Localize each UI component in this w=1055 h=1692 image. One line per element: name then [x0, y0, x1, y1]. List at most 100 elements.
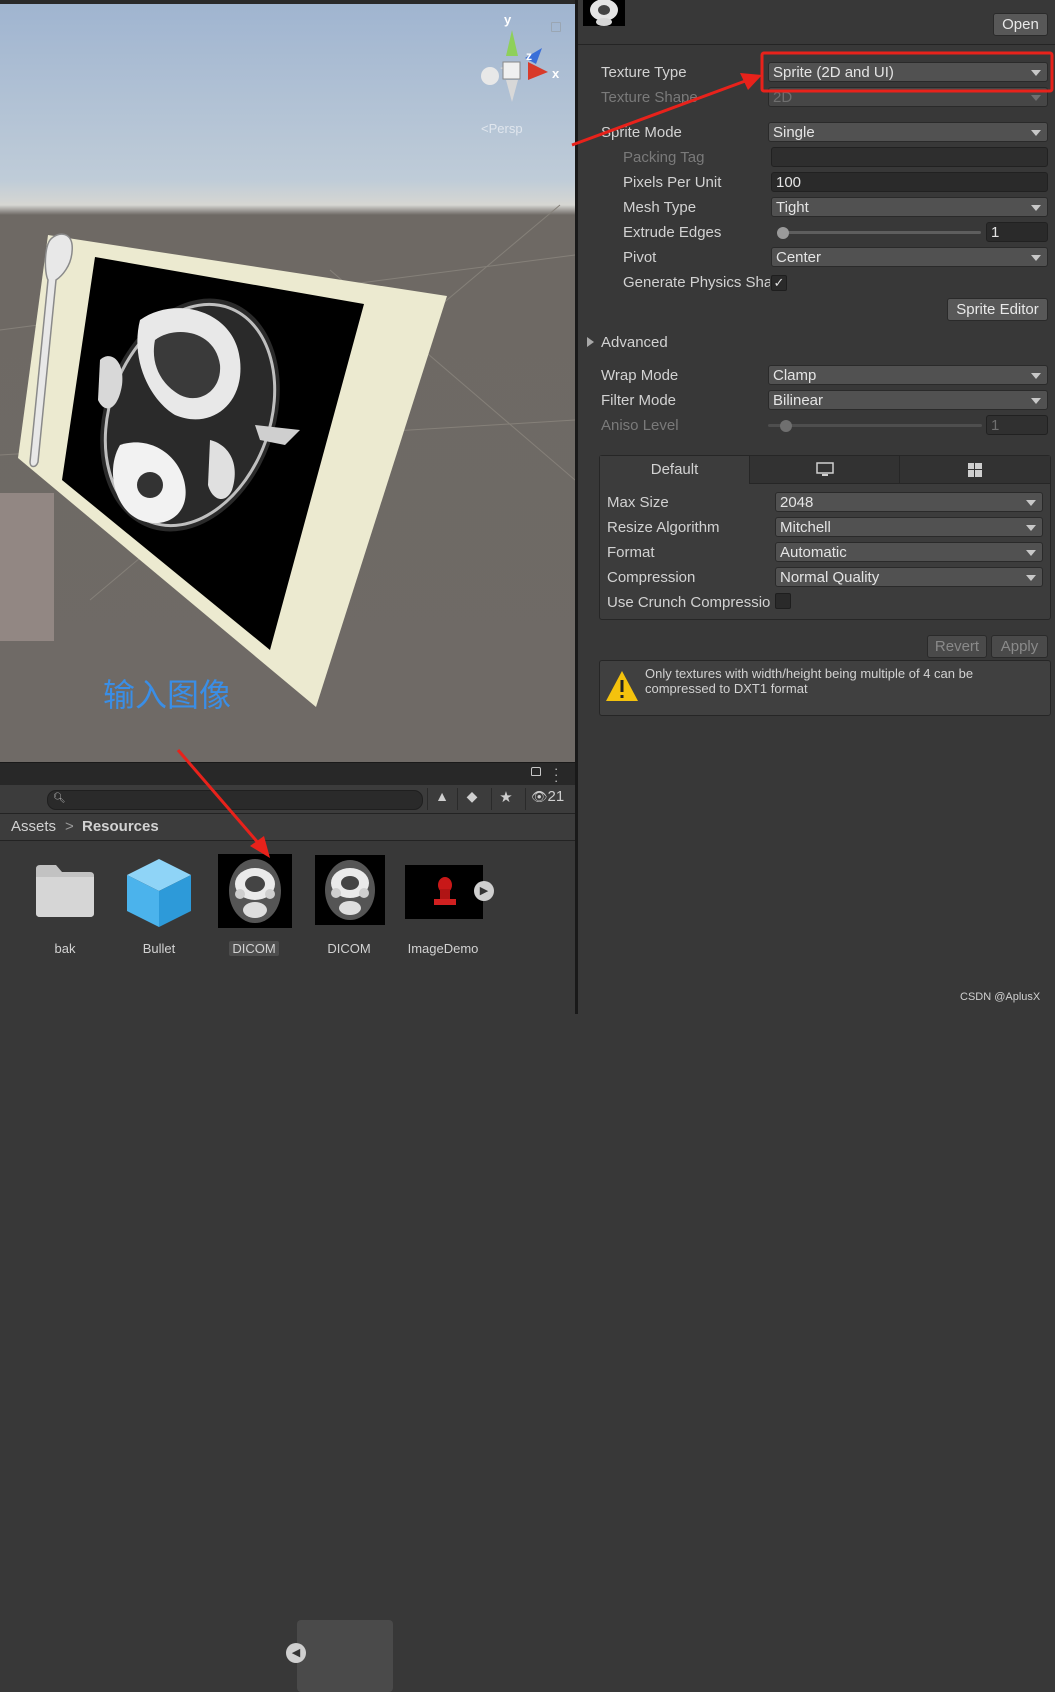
- breadcrumb-separator: >: [65, 818, 74, 835]
- gizmo-lock-icon[interactable]: [551, 22, 561, 32]
- aniso-level-slider: [768, 424, 982, 427]
- image-thumbnail: [405, 865, 483, 919]
- pixels-per-unit-field[interactable]: 100: [771, 172, 1048, 192]
- breadcrumb-assets[interactable]: Assets: [11, 818, 56, 835]
- asset-item-dicom-texture[interactable]: DICOM: [212, 854, 296, 957]
- kebab-menu-icon[interactable]: · · ·: [554, 762, 558, 787]
- texture-type-value: Sprite (2D and UI): [773, 64, 894, 81]
- asset-label: Bullet: [142, 941, 176, 956]
- use-crunch-checkbox[interactable]: [775, 593, 791, 609]
- breadcrumb: Assets > Resources: [0, 814, 575, 841]
- wrap-mode-value: Clamp: [773, 367, 817, 384]
- advanced-foldout[interactable]: Advanced: [601, 334, 668, 351]
- folder-icon: [36, 865, 94, 917]
- aniso-level-label: Aniso Level: [601, 417, 679, 434]
- tab-standalone[interactable]: [750, 456, 900, 484]
- extrude-edges-slider-knob[interactable]: [777, 227, 789, 239]
- asset-preview-icon: [583, 0, 625, 26]
- filter-mode-dropdown[interactable]: Bilinear: [768, 390, 1048, 410]
- format-label: Format: [607, 544, 655, 561]
- extrude-edges-slider[interactable]: [777, 231, 981, 234]
- revert-button[interactable]: Revert: [927, 635, 987, 658]
- projection-label: Persp: [488, 121, 523, 136]
- lock-icon[interactable]: [531, 767, 541, 776]
- breadcrumb-resources[interactable]: Resources: [82, 818, 159, 835]
- compression-value: Normal Quality: [780, 569, 880, 586]
- wrap-mode-dropdown[interactable]: Clamp: [768, 365, 1048, 385]
- hidden-count: 21: [547, 788, 565, 805]
- chevron-down-icon: [1026, 500, 1036, 506]
- generate-physics-checkbox[interactable]: ✓: [771, 275, 787, 291]
- asset-item-imagedemo[interactable]: ImageDemo: [401, 857, 485, 957]
- scene-view[interactable]: y z x <Persp 输入图像: [0, 0, 575, 762]
- collapse-arrow-icon[interactable]: ◀: [286, 1643, 306, 1663]
- max-size-label: Max Size: [607, 494, 669, 511]
- compression-warning: Only textures with width/height being mu…: [599, 660, 1051, 716]
- inspector-panel: Open Texture Type Sprite (2D and UI) Tex…: [578, 0, 1055, 1014]
- texture-type-dropdown[interactable]: Sprite (2D and UI): [768, 62, 1048, 82]
- generate-physics-label: Generate Physics Shape: [623, 274, 770, 291]
- asset-item-bullet[interactable]: Bullet: [117, 857, 201, 957]
- format-dropdown[interactable]: Automatic: [775, 542, 1043, 562]
- favorites-star-icon[interactable]: ★: [491, 788, 520, 810]
- header-divider: [578, 44, 1055, 45]
- texture-thumbnail: [218, 854, 292, 928]
- mesh-type-value: Tight: [776, 199, 809, 216]
- expand-arrow-icon[interactable]: ▶: [474, 881, 494, 901]
- chevron-down-icon: [1031, 95, 1041, 101]
- eye-slash-icon: 👁︎: [531, 789, 548, 804]
- search-input[interactable]: 🔍︎: [47, 790, 423, 810]
- extrude-edges-field[interactable]: 1: [986, 222, 1048, 242]
- chevron-down-icon: [1026, 575, 1036, 581]
- open-button[interactable]: Open: [993, 13, 1048, 36]
- max-size-dropdown[interactable]: 2048: [775, 492, 1043, 512]
- warning-text: Only textures with width/height being mu…: [645, 666, 974, 696]
- max-size-value: 2048: [780, 494, 814, 511]
- sprite-editor-button[interactable]: Sprite Editor: [947, 298, 1048, 321]
- filter-by-type-icon[interactable]: ▲: [427, 788, 456, 810]
- asset-item-dicom-sprite[interactable]: DICOM: [307, 855, 391, 957]
- mesh-type-label: Mesh Type: [623, 199, 697, 216]
- sprite-mode-label: Sprite Mode: [601, 124, 682, 141]
- resize-algorithm-value: Mitchell: [780, 519, 831, 536]
- format-value: Automatic: [780, 544, 847, 561]
- chevron-down-icon: [1031, 205, 1041, 211]
- pivot-dropdown[interactable]: Center: [771, 247, 1048, 267]
- annotation-input-image: 输入图像: [103, 676, 232, 714]
- projection-toggle[interactable]: <Persp: [481, 121, 523, 136]
- pixels-per-unit-label: Pixels Per Unit: [623, 174, 722, 191]
- chevron-down-icon: [1031, 70, 1041, 76]
- axis-y-label: y: [504, 12, 512, 27]
- aniso-level-field: 1: [986, 415, 1048, 435]
- use-crunch-label: Use Crunch Compression: [607, 594, 771, 611]
- windows-icon: [968, 463, 982, 477]
- hidden-packages-toggle[interactable]: 👁︎21: [525, 788, 574, 810]
- tab-windows[interactable]: [900, 456, 1050, 484]
- sprite-thumbnail: [315, 855, 385, 925]
- filter-by-label-icon[interactable]: ◆: [457, 788, 486, 810]
- mesh-type-dropdown[interactable]: Tight: [771, 197, 1048, 217]
- resize-algorithm-dropdown[interactable]: Mitchell: [775, 517, 1043, 537]
- asset-label-selected: DICOM: [229, 941, 279, 956]
- dicom-quad[interactable]: [0, 200, 470, 720]
- texture-type-label: Texture Type: [601, 64, 687, 81]
- wrap-mode-label: Wrap Mode: [601, 367, 679, 384]
- asset-item-bak[interactable]: bak: [23, 857, 107, 957]
- chevron-down-icon: [1031, 373, 1041, 379]
- apply-button[interactable]: Apply: [991, 635, 1048, 658]
- tab-default[interactable]: Default: [600, 456, 750, 484]
- project-panel: · · · 🔍︎ ▲ ◆ ★ 👁︎21 Assets > Resources bak…: [0, 762, 575, 1692]
- packing-tag-field: [771, 147, 1048, 167]
- asset-label: bak: [54, 941, 76, 956]
- chevron-down-icon: [1026, 525, 1036, 531]
- sprite-mode-dropdown[interactable]: Single: [768, 122, 1048, 142]
- foldout-arrow-icon[interactable]: [587, 337, 594, 347]
- sprite-mode-value: Single: [773, 124, 815, 141]
- axis-z-label: z: [526, 49, 532, 63]
- asset-label: DICOM: [327, 941, 371, 956]
- project-tabbar: · · ·: [0, 762, 575, 787]
- texture-shape-value: 2D: [773, 89, 793, 106]
- platform-settings: Default Max Size 2048 Resize Algorithm M…: [599, 455, 1051, 620]
- compression-dropdown[interactable]: Normal Quality: [775, 567, 1043, 587]
- filter-mode-label: Filter Mode: [601, 392, 677, 409]
